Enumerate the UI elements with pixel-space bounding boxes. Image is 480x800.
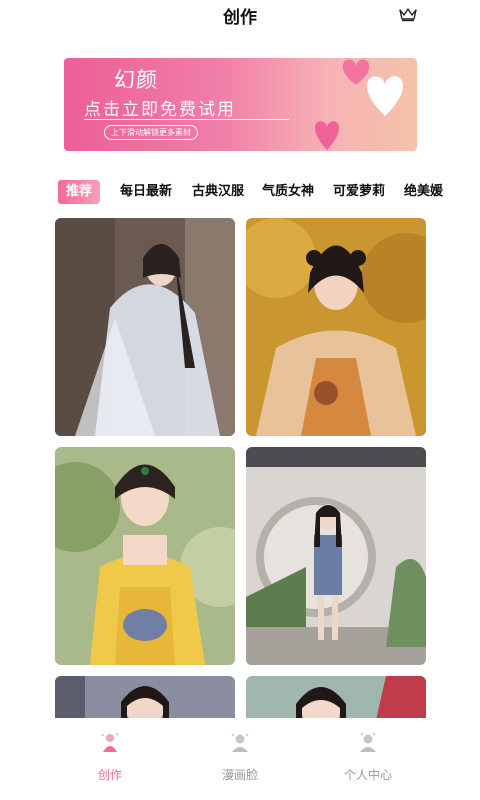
crown-icon[interactable] xyxy=(398,6,418,22)
nav-profile[interactable]: 个人中心 xyxy=(308,730,428,783)
banner-tag: 上下滑动解锁更多素材 xyxy=(104,125,198,140)
category-tabs: 推荐 每日最新 古典汉服 气质女神 可爱萝莉 绝美媛 xyxy=(0,178,480,206)
promo-banner[interactable]: 幻颜 点击立即免费试用 上下滑动解锁更多素材 xyxy=(64,58,417,151)
nav-create[interactable]: 创作 xyxy=(50,730,170,783)
nav-label: 创作 xyxy=(97,768,122,782)
hearts-decoration-icon xyxy=(315,59,403,150)
tab-beauty[interactable]: 绝美媛 xyxy=(404,178,443,206)
template-image xyxy=(246,676,426,720)
template-image xyxy=(55,447,235,665)
template-card[interactable] xyxy=(246,447,426,665)
tab-cute-loli[interactable]: 可爱萝莉 xyxy=(333,178,385,206)
template-card[interactable] xyxy=(55,218,235,436)
nav-label: 漫画脸 xyxy=(221,768,258,782)
nav-label: 个人中心 xyxy=(343,768,392,782)
template-image xyxy=(55,676,235,720)
template-card[interactable] xyxy=(246,676,426,720)
template-image xyxy=(55,218,235,436)
comic-face-icon xyxy=(231,733,249,752)
template-card[interactable] xyxy=(55,447,235,665)
banner-divider xyxy=(84,119,289,120)
tab-daily-new[interactable]: 每日最新 xyxy=(120,178,172,206)
template-card[interactable] xyxy=(246,218,426,436)
bottom-navigation: 创作 漫画脸 个人中心 xyxy=(0,718,480,800)
app-header: 创作 xyxy=(0,0,480,30)
create-icon xyxy=(101,732,119,752)
tab-classic-hanfu[interactable]: 古典汉服 xyxy=(192,178,244,206)
tab-recommend[interactable]: 推荐 xyxy=(58,180,101,204)
template-image xyxy=(246,447,426,665)
template-image xyxy=(246,218,426,436)
profile-icon xyxy=(360,732,376,752)
nav-comic-face[interactable]: 漫画脸 xyxy=(180,730,300,783)
tab-goddess[interactable]: 气质女神 xyxy=(262,178,314,206)
banner-subtitle: 点击立即免费试用 xyxy=(84,100,236,120)
template-card[interactable] xyxy=(55,676,235,720)
banner-title: 幻颜 xyxy=(114,68,158,92)
